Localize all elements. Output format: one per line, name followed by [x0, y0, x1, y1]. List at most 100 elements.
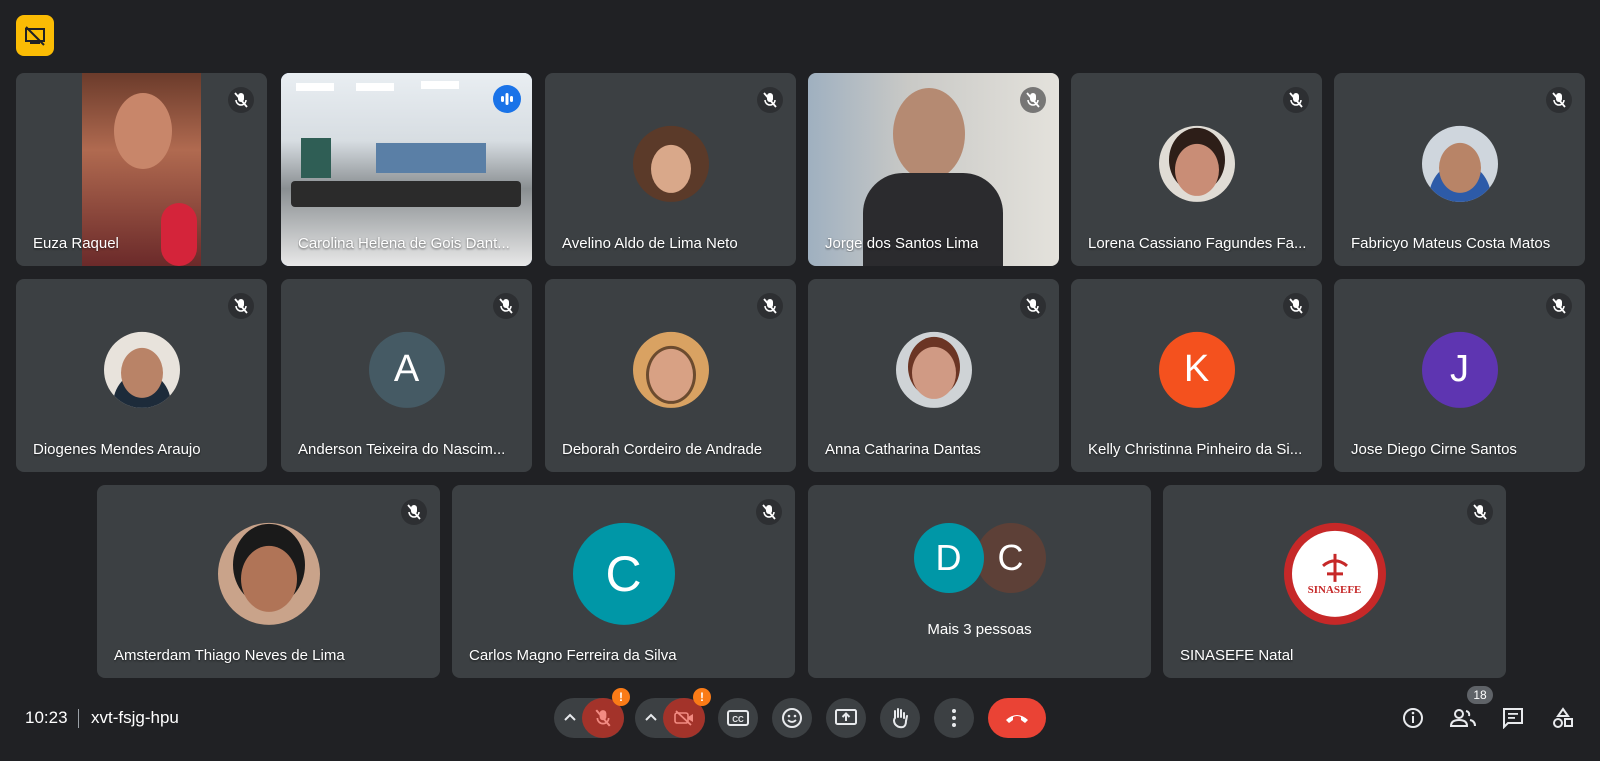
more-participants-tile[interactable]: D C Mais 3 pessoas — [808, 485, 1151, 678]
mic-off-icon — [1020, 293, 1046, 319]
participant-name: Avelino Aldo de Lima Neto — [562, 235, 738, 252]
participant-tile[interactable]: Anna Catharina Dantas — [808, 279, 1059, 472]
participant-avatar-letter: C — [572, 522, 675, 625]
people-icon — [1450, 709, 1476, 727]
mic-off-icon — [1467, 499, 1493, 525]
hang-up-icon — [1006, 715, 1028, 723]
meeting-info-button[interactable] — [1395, 700, 1431, 736]
chat-button[interactable] — [1495, 700, 1531, 736]
chat-icon — [1503, 708, 1523, 729]
logo-emblem-icon — [1321, 553, 1348, 582]
participant-tile[interactable]: Euza Raquel — [16, 73, 267, 266]
participant-name: Lorena Cassiano Fagundes Fa... — [1088, 235, 1307, 252]
participant-name: Euza Raquel — [33, 235, 119, 252]
present-screen-icon — [835, 709, 857, 725]
participant-name: Deborah Cordeiro de Andrade — [562, 441, 763, 458]
people-button[interactable] — [1445, 700, 1481, 736]
activities-button[interactable] — [1545, 700, 1581, 736]
microphone-control[interactable]: ! — [554, 688, 630, 738]
participant-name: Anna Catharina Dantas — [825, 441, 981, 458]
stack-avatar-letter: D — [913, 523, 984, 593]
camera-off-icon — [674, 710, 693, 726]
speaking-indicator-icon — [493, 85, 521, 113]
more-options-button[interactable] — [934, 698, 974, 738]
mic-off-icon — [493, 293, 519, 319]
participant-name: Jorge dos Santos Lima — [825, 235, 979, 252]
no-presentation-icon — [25, 25, 45, 46]
participant-tile[interactable]: Jorge dos Santos Lima — [808, 73, 1059, 266]
participant-name: Carolina Helena de Gois Dant... — [298, 235, 510, 252]
participant-tile[interactable]: C Carlos Magno Ferreira da Silva — [452, 485, 795, 678]
chevron-up-icon — [645, 713, 657, 721]
more-participants-label: Mais 3 pessoas — [927, 621, 1032, 638]
mic-off-icon — [1283, 293, 1309, 319]
participant-avatar — [632, 331, 709, 408]
mic-off-icon — [756, 499, 782, 525]
participant-tile[interactable]: Amsterdam Thiago Neves de Lima — [97, 485, 440, 678]
svg-text:CC: CC — [732, 715, 744, 724]
camera-toggle-button[interactable]: ! — [663, 688, 711, 738]
participant-name: SINASEFE Natal — [1180, 647, 1294, 664]
divider — [78, 709, 79, 728]
participant-tile[interactable]: Deborah Cordeiro de Andrade — [545, 279, 796, 472]
participant-avatar — [632, 125, 709, 202]
activities-icon — [1553, 707, 1573, 728]
mic-off-icon — [1283, 87, 1309, 113]
warning-icon: ! — [693, 688, 711, 706]
captions-button[interactable]: CC — [718, 698, 758, 738]
meeting-time: 10:23 — [25, 708, 68, 727]
mic-off-icon — [595, 709, 611, 727]
reactions-button[interactable] — [772, 698, 812, 738]
participant-avatar — [217, 522, 320, 625]
mic-off-icon — [757, 87, 783, 113]
present-screen-button[interactable] — [826, 698, 866, 738]
avatar-stack: D C — [913, 523, 1046, 593]
participant-count-badge: 18 — [1467, 686, 1493, 704]
emoji-icon — [782, 708, 802, 728]
raise-hand-button[interactable] — [880, 698, 920, 738]
participant-tile[interactable]: Fabricyo Mateus Costa Matos — [1334, 73, 1585, 266]
participant-tile[interactable]: A Anderson Teixeira do Nascim... — [281, 279, 532, 472]
mic-off-icon — [228, 293, 254, 319]
participant-avatar — [1421, 125, 1498, 202]
stack-avatar-letter: C — [975, 523, 1046, 593]
participant-name: Anderson Teixeira do Nascim... — [298, 441, 506, 458]
participant-tile[interactable]: Lorena Cassiano Fagundes Fa... — [1071, 73, 1322, 266]
presentation-off-badge[interactable] — [16, 15, 54, 56]
warning-icon: ! — [612, 688, 630, 706]
mic-off-icon — [757, 293, 783, 319]
leave-call-button[interactable] — [988, 698, 1046, 738]
closed-captions-icon: CC — [727, 710, 749, 726]
participant-avatar-letter: A — [368, 331, 445, 408]
participant-name: Jose Diego Cirne Santos — [1351, 441, 1517, 458]
mic-off-icon — [1546, 87, 1572, 113]
participant-name: Kelly Christinna Pinheiro da Si... — [1088, 441, 1303, 458]
participant-tile[interactable]: Avelino Aldo de Lima Neto — [545, 73, 796, 266]
mic-off-icon — [228, 87, 254, 113]
participant-tile-speaking[interactable]: Carolina Helena de Gois Dant... — [281, 73, 532, 266]
mic-off-icon — [1020, 87, 1046, 113]
hand-icon — [893, 708, 908, 729]
participant-avatar — [895, 331, 972, 408]
mic-toggle-button[interactable]: ! — [582, 688, 630, 738]
mic-off-icon — [1546, 293, 1572, 319]
more-vert-icon — [952, 709, 956, 727]
participant-name: Carlos Magno Ferreira da Silva — [469, 647, 677, 664]
camera-control[interactable]: ! — [635, 688, 711, 738]
logo-text: SINASEFE — [1307, 583, 1362, 596]
participant-avatar — [103, 331, 180, 408]
info-icon — [1403, 708, 1423, 728]
sinasefe-logo: SINASEFE — [1283, 522, 1386, 625]
meeting-code: xvt-fsjg-hpu — [91, 708, 179, 727]
participant-name: Diogenes Mendes Araujo — [33, 441, 201, 458]
participant-tile[interactable]: SINASEFE SINASEFE Natal — [1163, 485, 1506, 678]
participant-name: Fabricyo Mateus Costa Matos — [1351, 235, 1551, 252]
participant-avatar-letter: J — [1421, 331, 1498, 408]
participant-avatar — [1158, 125, 1235, 202]
participant-avatar-letter: K — [1158, 331, 1235, 408]
participant-tile[interactable]: J Jose Diego Cirne Santos — [1334, 279, 1585, 472]
mic-off-icon — [401, 499, 427, 525]
participant-tile[interactable]: K Kelly Christinna Pinheiro da Si... — [1071, 279, 1322, 472]
participant-name: Amsterdam Thiago Neves de Lima — [114, 647, 345, 664]
participant-tile[interactable]: Diogenes Mendes Araujo — [16, 279, 267, 472]
